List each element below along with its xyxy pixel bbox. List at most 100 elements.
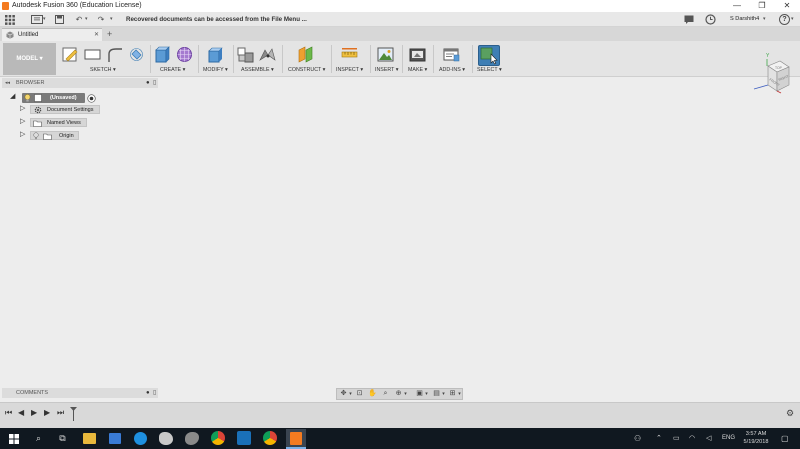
comments-panel-header[interactable]: COMMENTS ● ▯ [2, 388, 158, 398]
make-group-label[interactable]: MAKE ▾ [408, 67, 427, 73]
timeline-marker-icon[interactable] [70, 407, 77, 421]
windows-start-icon[interactable] [9, 434, 19, 444]
redo-icon[interactable]: ↷ [96, 14, 106, 25]
pan-icon[interactable]: ✋ [367, 389, 378, 399]
viewports-chevron-icon[interactable]: ▾ [457, 389, 462, 399]
user-account-menu[interactable]: S Darshith4 [730, 12, 759, 27]
expand-triangle-icon[interactable]: ◢ [10, 92, 15, 101]
timeline-end-icon[interactable]: ⏭ [57, 408, 64, 418]
scripts-addins-icon[interactable] [443, 46, 460, 63]
store-icon[interactable] [109, 433, 121, 444]
timeline-back-icon[interactable]: ◀ [18, 408, 24, 418]
clock-icon[interactable] [705, 14, 716, 25]
orbit-chevron-icon[interactable]: ▾ [348, 389, 353, 399]
zoom-icon[interactable]: ⌕ [380, 389, 391, 399]
expand-origin-icon[interactable]: ▷ [20, 130, 25, 138]
expand-named-views-icon[interactable]: ▷ [20, 117, 25, 125]
comments-expand-icon[interactable]: ▯ [153, 388, 156, 398]
undo-chevron-icon[interactable]: ▾ [85, 14, 88, 25]
file-explorer-icon[interactable] [83, 433, 96, 444]
create-group-label[interactable]: CREATE ▾ [160, 67, 185, 73]
help-chevron-icon[interactable]: ▾ [791, 14, 794, 25]
select-group-label[interactable]: SELECT ▾ [477, 67, 502, 73]
file-menu-icon[interactable] [31, 15, 43, 24]
close-button[interactable]: ✕ [776, 0, 798, 12]
press-pull-icon[interactable] [206, 46, 223, 63]
grid-chevron-icon[interactable]: ▾ [441, 389, 446, 399]
fusion-taskbar-active[interactable] [286, 429, 306, 449]
task-view-icon[interactable]: ⧉ [54, 430, 71, 447]
window-title-bar: Autodesk Fusion 360 (Education License) … [0, 0, 800, 12]
browser-item-named-views[interactable]: Named Views [30, 118, 87, 127]
timeline-start-icon[interactable]: ⏮ [5, 408, 12, 418]
undo-icon[interactable]: ↶ [74, 14, 84, 25]
save-icon[interactable] [55, 15, 64, 24]
modify-group-label[interactable]: MODIFY ▾ [203, 67, 228, 73]
show-hidden-icons-chevron[interactable]: ⌃ [656, 433, 662, 444]
battery-icon[interactable]: ▭ [673, 433, 680, 444]
redo-chevron-icon[interactable]: ▾ [110, 14, 113, 25]
workspace-switcher[interactable]: MODEL ▾ [3, 43, 56, 75]
display-chevron-icon[interactable]: ▾ [424, 389, 429, 399]
wifi-icon[interactable]: ◠ [689, 433, 695, 444]
extrude-icon[interactable] [154, 46, 171, 63]
sketch-more-icon[interactable] [128, 46, 145, 63]
edge-browser-icon[interactable] [134, 432, 147, 445]
restore-button[interactable]: ❐ [751, 0, 773, 12]
data-panel-grid-icon[interactable] [5, 15, 15, 25]
chrome-icon-2[interactable] [263, 431, 277, 445]
people-icon[interactable]: ⚇ [634, 433, 641, 444]
offset-plane-icon[interactable] [297, 46, 314, 63]
inspect-group-label[interactable]: INSPECT ▾ [336, 67, 363, 73]
browser-item-origin[interactable]: Origin [30, 131, 79, 140]
new-tab-button[interactable]: + [107, 27, 112, 41]
browser-item-document-settings[interactable]: Document Settings [30, 105, 100, 114]
select-tool-button[interactable] [478, 45, 500, 66]
language-indicator[interactable]: ENG [722, 433, 735, 444]
construct-group-label[interactable]: CONSTRUCT ▾ [288, 67, 325, 73]
sketch-group-label[interactable]: SKETCH ▾ [90, 67, 116, 73]
rectangle-tool-icon[interactable] [84, 46, 101, 63]
insert-image-icon[interactable] [377, 46, 394, 63]
lightbulb-off-icon[interactable] [33, 132, 39, 140]
arc-tool-icon[interactable] [106, 46, 123, 63]
action-center-icon[interactable]: ▢ [781, 433, 789, 444]
look-at-icon[interactable]: ⊡ [354, 389, 365, 399]
create-sketch-icon[interactable] [62, 46, 79, 63]
fit-chevron-icon[interactable]: ▾ [403, 389, 408, 399]
job-status-icon[interactable] [684, 15, 694, 24]
document-tab-untitled[interactable]: Untitled ✕ [2, 28, 102, 41]
measure-icon[interactable] [341, 46, 358, 63]
comments-pin-icon[interactable]: ● [146, 388, 150, 398]
form-sphere-icon[interactable] [176, 46, 193, 63]
browser-pin-icon[interactable]: ● [146, 78, 150, 88]
expand-document-settings-icon[interactable]: ▷ [20, 104, 25, 112]
file-menu-chevron-icon[interactable]: ▾ [43, 14, 46, 25]
activate-radio-icon[interactable] [87, 94, 96, 103]
timeline-forward-icon[interactable]: ▶ [44, 408, 50, 418]
search-icon[interactable]: ⌕ [30, 430, 47, 447]
new-component-icon[interactable] [237, 46, 254, 63]
help-icon[interactable]: ? [779, 14, 790, 25]
insert-group-label[interactable]: INSERT ▾ [375, 67, 398, 73]
clock-area[interactable]: 3:57 AM 5/19/2018 [740, 430, 772, 446]
lightbulb-icon[interactable] [24, 94, 31, 102]
app-bird-icon[interactable] [159, 432, 173, 445]
user-chevron-icon[interactable]: ▾ [763, 14, 766, 25]
joint-icon[interactable] [259, 46, 276, 63]
root-node-bar[interactable]: (Unsaved) [22, 93, 85, 103]
timeline-settings-gear-icon[interactable]: ⚙ [786, 408, 794, 418]
app-blue-icon[interactable] [237, 431, 251, 445]
browser-expand-icon[interactable]: ▯ [153, 78, 156, 88]
browser-panel-header[interactable]: ◂◂ BROWSER ● ▯ [2, 78, 158, 88]
timeline-play-icon[interactable]: ▶ [31, 408, 37, 418]
chrome-icon[interactable] [211, 431, 225, 445]
collapse-browser-icon[interactable]: ◂◂ [5, 78, 10, 88]
volume-icon[interactable]: ◁ [706, 433, 711, 444]
minimize-button[interactable]: — [726, 0, 748, 12]
addins-group-label[interactable]: ADD-INS ▾ [439, 67, 465, 73]
assemble-group-label[interactable]: ASSEMBLE ▾ [241, 67, 274, 73]
gear-icon [34, 106, 42, 114]
view-cube[interactable]: Y TOP FRONT RIGHT Z [750, 53, 790, 97]
3d-print-icon[interactable] [409, 46, 426, 63]
